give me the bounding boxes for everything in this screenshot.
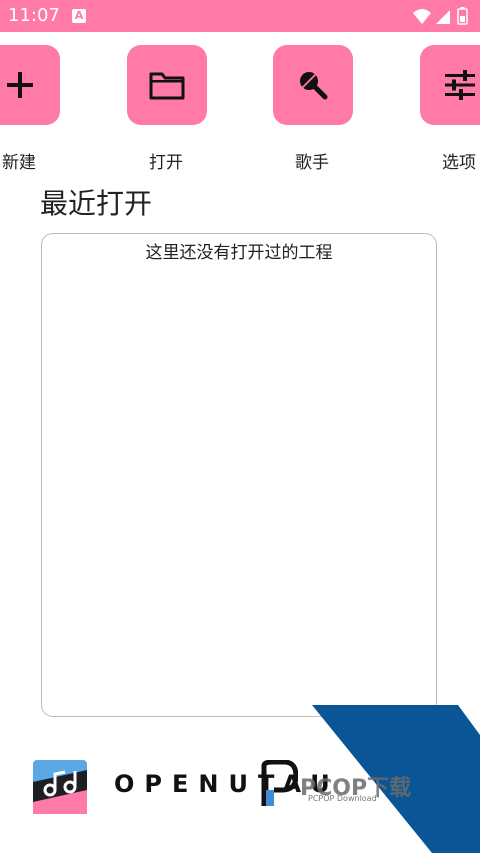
status-icons	[413, 7, 468, 25]
recent-title: 最近打开	[40, 187, 153, 220]
signal-icon	[436, 10, 450, 24]
singers-button[interactable]	[273, 45, 353, 125]
sliders-icon	[445, 70, 475, 100]
open-project-label: 打开	[149, 153, 183, 173]
recent-projects-list[interactable]: 这里还没有打开过的工程	[41, 233, 437, 717]
new-project-label: 新建	[2, 153, 36, 173]
folder-icon	[149, 72, 185, 100]
status-bar: 11:07 A	[0, 0, 480, 32]
options-button[interactable]	[420, 45, 480, 125]
empty-projects-text: 这里还没有打开过的工程	[145, 243, 333, 263]
watermark-subtext: PCPOP Download	[308, 794, 377, 803]
app-notification-icon: A	[72, 9, 86, 23]
open-project-button[interactable]	[127, 45, 207, 125]
new-project-button[interactable]	[0, 45, 60, 125]
battery-icon	[457, 7, 468, 25]
plus-icon	[7, 72, 33, 98]
wifi-icon	[413, 9, 431, 24]
status-time: 11:07	[8, 5, 60, 26]
watermark-logo-icon	[261, 760, 298, 806]
options-label: 选项	[442, 153, 476, 173]
singers-label: 歌手	[295, 153, 329, 173]
microphone-icon	[300, 72, 328, 100]
openutau-logo-icon	[33, 760, 87, 814]
